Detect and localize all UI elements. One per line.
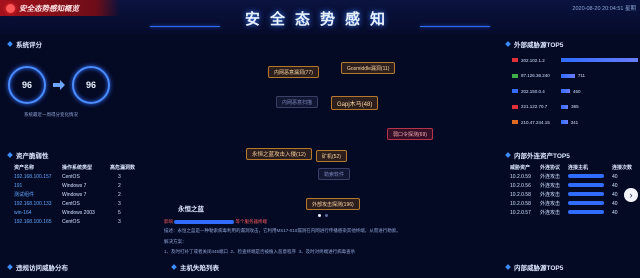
threat-bubble[interactable]: 内网恶意扫描 (276, 96, 319, 108)
top-bar: 安全态势感知概览 安全态势感知 2020-08-20 20:04:51 星期 (0, 0, 640, 34)
table-row[interactable]: 192.168.100.157 CentOS 3 (14, 172, 144, 181)
bar-row[interactable]: 87.126.36.240 711 (512, 72, 585, 80)
bar-value: 460 (572, 88, 581, 94)
external-top5-title: 外部威胁源TOP5 (505, 39, 563, 49)
score-note: 系统最近一周得分变化情况 (24, 112, 78, 117)
redacted-bar (568, 192, 604, 197)
bar-value: 365 (571, 104, 579, 109)
bar-value: 711 (577, 73, 586, 78)
assets-section-title: 资产脆弱性 (7, 150, 49, 160)
section-marker-icon (7, 152, 13, 158)
title-line-right (420, 26, 490, 27)
pager-dots[interactable] (318, 214, 328, 217)
pager-dot[interactable] (318, 214, 321, 217)
threat-bubble[interactable]: 弱口令探测(69) (387, 128, 433, 140)
panel-alert: 影响 等个服务器终端 (164, 219, 268, 224)
bar-row[interactable]: 202.150.0.4 460 (512, 87, 580, 95)
legend-swatch (512, 73, 518, 78)
legend-swatch (512, 104, 518, 109)
section-marker-icon (505, 152, 511, 158)
compromised-hosts-title: 主机失陷列表 (171, 262, 219, 272)
score-after: 96 (72, 66, 110, 104)
pager-dot[interactable] (325, 214, 328, 217)
assets-table: 资产名称 操作系统类型 高危漏洞数 192.168.100.157 CentOS… (14, 163, 144, 226)
threat-bubble[interactable]: 内网恶意漏洞(77) (268, 66, 319, 78)
panel-solution-title: 解决方案： (164, 239, 187, 244)
bar-row[interactable]: 202.102.1.23927 (512, 56, 640, 64)
table-row[interactable]: 10.2.0.58 外连攻击 40 (510, 199, 636, 208)
bar-row[interactable]: 221.122.70.7 365 (512, 103, 579, 111)
bar-row[interactable]: 210.47.244.15 341 (512, 118, 578, 126)
bar-label: 202.150.0.4 (521, 88, 545, 94)
internal-top5-title: 内部威胁源TOP5 (505, 262, 563, 272)
section-marker-icon (7, 41, 13, 47)
brand-logo-icon (6, 3, 15, 13)
table-row[interactable]: 10.2.0.57 外连攻击 40 (510, 208, 636, 217)
violation-section-title: 违规访问威胁分布 (7, 262, 68, 272)
outbound-top5-title: 内部外连资产TOP5 (505, 150, 570, 160)
redacted-bar (568, 210, 604, 215)
table-row[interactable]: win-164 Windows 2003 5 (14, 208, 144, 217)
brand-title: 安全态势感知概览 (19, 3, 79, 13)
next-button[interactable]: › (624, 188, 638, 202)
panel-title: 永恒之蓝 (178, 206, 204, 213)
legend-swatch (512, 58, 518, 62)
score-section-title: 系统评分 (7, 39, 42, 49)
redacted-bar (568, 201, 604, 206)
bar-value: 341 (570, 119, 579, 125)
bar-label: 87.126.36.240 (521, 73, 550, 78)
redacted-bar (568, 183, 604, 188)
threat-bubble[interactable]: 矿机(52) (316, 150, 347, 162)
section-marker-icon (7, 264, 13, 270)
table-row[interactable]: 10.2.0.58 外连攻击 40 (510, 190, 636, 199)
threat-bubble[interactable]: Gosmiddle漏洞(11) (341, 62, 396, 74)
table-row[interactable]: 10.2.0.59 外连攻击 40 (510, 172, 636, 181)
table-row[interactable]: 192.168.100.165 CentOS 3 (14, 217, 144, 226)
datetime: 2020-08-20 20:04:51 星期 (572, 6, 636, 12)
table-row[interactable]: 10.2.0.56 外连攻击 40 (510, 181, 636, 190)
brand[interactable]: 安全态势感知概览 (0, 0, 120, 16)
outbound-table: 威胁资产 外连协议 连接主机 连接次数 10.2.0.59 外连攻击 40 10… (510, 163, 636, 217)
panel-description: 描述：永恒之蓝是一种勒索病毒利用的漏洞攻击，它利用MS17-010漏洞在内网进行… (164, 228, 401, 233)
section-marker-icon (505, 264, 511, 270)
section-marker-icon (171, 264, 177, 270)
arrow-right-icon (53, 80, 65, 90)
bar (561, 104, 569, 109)
bar (561, 73, 575, 78)
table-row[interactable]: 测试组件 Windows 7 2 (14, 190, 144, 199)
legend-swatch (512, 89, 518, 93)
section-marker-icon (505, 41, 511, 47)
bar (561, 58, 638, 62)
bar (561, 120, 568, 124)
bar-label: 210.47.244.15 (521, 119, 550, 125)
table-row[interactable]: 191 Windows 7 2 (14, 181, 144, 190)
bar-label: 202.102.1.2 (521, 57, 545, 63)
redacted-bar (568, 174, 604, 179)
bar-label: 221.122.70.7 (521, 104, 548, 109)
bar (561, 89, 570, 93)
redacted-bar (174, 219, 235, 224)
threat-bubble[interactable]: 勒索软件 (318, 168, 351, 180)
score-before: 96 (8, 66, 46, 104)
table-row[interactable]: 192.168.100.133 CentOS 3 (14, 199, 144, 208)
assets-table-header: 资产名称 操作系统类型 高危漏洞数 (14, 165, 136, 171)
panel-solution-line: 1、及时打补丁或者关闭445端口 2、检查终端是否被植入恶意程序 3、及时对终端… (164, 249, 356, 254)
legend-swatch (512, 120, 518, 124)
threat-bubble[interactable]: 永恒之蓝攻击入侵(12) (246, 148, 312, 160)
threat-bubble[interactable]: Gapj木马(48) (331, 96, 379, 110)
outbound-table-header: 威胁资产 外连协议 连接主机 连接次数 (510, 165, 633, 171)
